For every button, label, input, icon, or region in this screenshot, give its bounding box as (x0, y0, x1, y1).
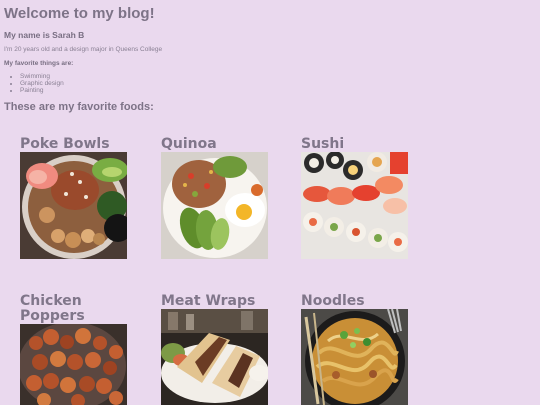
meat-wraps-photo (161, 309, 268, 405)
food-card-noodles: Noodles (301, 294, 408, 405)
page-title: Welcome to my blog! (4, 5, 155, 22)
sushi-platter-photo (301, 152, 408, 259)
foods-heading: These are my favorite foods: (4, 101, 154, 113)
poke-bowl-photo (20, 152, 127, 259)
food-card-sushi: Sushi (301, 137, 408, 259)
food-card-title: Meat Wraps (161, 293, 256, 309)
intro-name: My name is Sarah B (4, 30, 85, 40)
food-card-title: Chicken Poppers (20, 293, 85, 324)
food-card-title: Noodles (301, 293, 365, 309)
food-card-meat-wraps: Meat Wraps (161, 294, 268, 405)
favorite-item: Graphic design (20, 80, 64, 87)
food-card-title: Quinoa (161, 136, 217, 152)
favorites-heading: My favorite things are: (4, 60, 74, 67)
food-card-poke-bowls: Poke Bowls (20, 137, 127, 259)
food-card-quinoa: Quinoa (161, 137, 268, 259)
quinoa-bowl-photo (161, 152, 268, 259)
favorites-list: Swimming Graphic design Painting (11, 73, 64, 94)
food-card-title: Poke Bowls (20, 136, 110, 152)
intro-bio: I'm 20 years old and a design major in Q… (4, 46, 163, 53)
noodles-photo (301, 309, 408, 405)
food-card-chicken-poppers: Chicken Poppers (20, 294, 127, 405)
chicken-poppers-photo (20, 324, 127, 405)
favorite-item: Swimming (20, 73, 64, 80)
food-card-title: Sushi (301, 136, 345, 152)
favorite-item: Painting (20, 87, 64, 94)
